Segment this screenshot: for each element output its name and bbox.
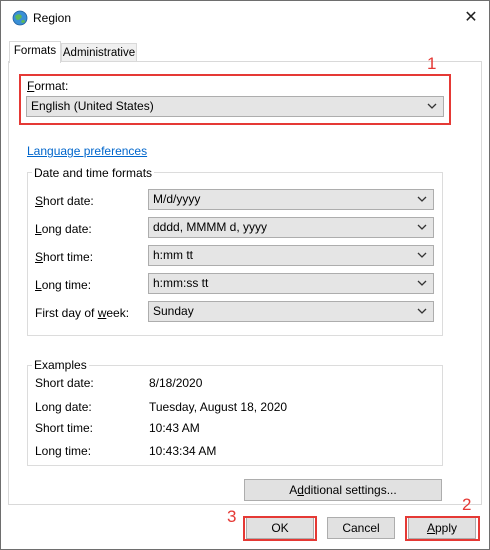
date-time-group-title: Date and time formats [32, 166, 155, 180]
short-time-dropdown[interactable]: h:mm tt [148, 245, 434, 266]
example-long-date-label: Long date: [35, 400, 92, 414]
first-day-of-week-dropdown[interactable]: Sunday [148, 301, 434, 322]
chevron-down-icon [417, 280, 427, 286]
title-bar: Region ✕ [0, 0, 490, 36]
example-short-date-value: 8/18/2020 [149, 376, 203, 390]
annotation-number-1: 1 [427, 54, 437, 73]
first-day-of-week-value: Sunday [153, 304, 194, 318]
long-date-label: Long date: [35, 222, 92, 236]
short-date-dropdown[interactable]: M/d/yyyy [148, 189, 434, 210]
long-time-dropdown[interactable]: h:mm:ss tt [148, 273, 434, 294]
window-title: Region [33, 11, 72, 25]
tab-administrative[interactable]: Administrative [61, 43, 137, 63]
short-time-value: h:mm tt [153, 248, 194, 262]
chevron-down-icon [417, 224, 427, 230]
example-short-date-label: Short date: [35, 376, 94, 390]
annotation-box-apply [405, 516, 480, 541]
long-date-value: dddd, MMMM d, yyyy [153, 220, 268, 234]
tab-formats[interactable]: Formats [9, 41, 61, 63]
chevron-down-icon [417, 252, 427, 258]
example-long-time-label: Long time: [35, 444, 92, 458]
language-preferences-link[interactable]: Language preferences [27, 144, 147, 158]
cancel-button[interactable]: Cancel [327, 517, 395, 539]
example-long-date-value: Tuesday, August 18, 2020 [149, 400, 288, 414]
short-date-label: Short date: [35, 194, 94, 208]
chevron-down-icon [417, 308, 427, 314]
example-short-time-label: Short time: [35, 421, 94, 435]
annotation-number-2: 2 [462, 495, 472, 514]
examples-group-title: Examples [32, 358, 89, 372]
example-long-time-value: 10:43:34 AM [149, 444, 217, 458]
annotation-box-format [19, 74, 451, 125]
short-time-label: Short time: [35, 250, 94, 264]
first-day-of-week-label: First day of week: [35, 306, 130, 320]
long-time-value: h:mm:ss tt [153, 276, 209, 290]
long-date-dropdown[interactable]: dddd, MMMM d, yyyy [148, 217, 434, 238]
additional-settings-button[interactable]: Additional settings... [244, 479, 442, 501]
close-icon[interactable]: ✕ [458, 6, 484, 30]
annotation-box-ok [243, 516, 317, 541]
chevron-down-icon [417, 196, 427, 202]
example-short-time-value: 10:43 AM [149, 421, 200, 435]
globe-icon [12, 10, 28, 26]
long-time-label: Long time: [35, 278, 92, 292]
short-date-value: M/d/yyyy [153, 192, 201, 206]
annotation-number-3: 3 [227, 507, 237, 526]
